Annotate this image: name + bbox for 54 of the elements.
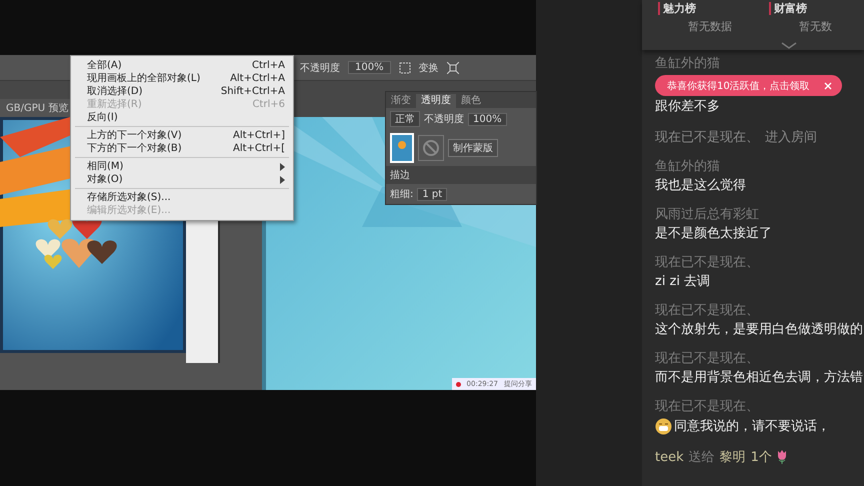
username: 鱼缸外的猫 (655, 56, 721, 72)
chevron-down-icon[interactable] (781, 42, 797, 49)
empty-text: 暂无数据 (687, 19, 733, 34)
chat-message: 是不是颜色太接近了 (655, 226, 772, 242)
username: 现在已不是现在、 (655, 351, 760, 367)
reward-toast[interactable]: 恭喜你获得10活跃值，点击领取 (655, 75, 842, 96)
menu-item[interactable]: 存储所选对象(S)... (71, 191, 293, 204)
menu-item[interactable]: 现用画板上的全部对象(L) Alt+Ctrl+A (71, 72, 293, 85)
menu-item[interactable]: 下方的下一个对象(B) Alt+Ctrl+[ (71, 142, 293, 155)
gift-verb: 送给 (688, 449, 715, 466)
username: 现在已不是现在、 (655, 303, 760, 319)
chat-message: 同意我说的，请不要说话， (674, 418, 830, 434)
thumbnail-icon (390, 133, 414, 163)
chat-message: 我也是这么觉得 (655, 178, 746, 194)
opacity-field[interactable]: 100% (468, 112, 507, 126)
make-mask-button[interactable]: 制作蒙版 (448, 139, 498, 157)
grin-emoji-icon (655, 418, 672, 435)
opacity-label: 不透明度 (424, 112, 464, 126)
ranking-title[interactable]: 魅力榜 (658, 2, 696, 15)
chat-message: zi zi 去调 (655, 274, 710, 290)
panel-tab[interactable]: 透明度 (416, 94, 456, 108)
username: 现在已不是现在、 (655, 255, 760, 271)
menu-item[interactable]: 全部(A) Ctrl+A (71, 59, 293, 72)
username: 现在已不是现在、 (655, 129, 759, 146)
ranking-title[interactable]: 财富榜 (769, 2, 807, 15)
opacity-field[interactable]: 100% (348, 61, 391, 74)
opacity-label: 不透明度 (300, 62, 340, 74)
gift-amount: 1个 (750, 449, 772, 466)
chat-message: 这个放射先，是要用白色做透明做的 (655, 322, 863, 338)
username: teek (655, 450, 684, 464)
enter-notice: 进入房间 (765, 129, 817, 146)
username: 现在已不是现在、 (655, 399, 760, 415)
menu-item[interactable]: 取消选择(D) Shift+Ctrl+A (71, 85, 293, 98)
chat-message: 跟你差不多 (655, 99, 720, 115)
transform-link[interactable]: 变换 (418, 60, 439, 74)
flower-icon (776, 450, 787, 464)
close-icon[interactable] (824, 82, 832, 90)
blend-mode-dropdown[interactable]: 正常 (390, 111, 420, 127)
menu-item[interactable]: 上方的下一个对象(V) Alt+Ctrl+] (71, 129, 293, 142)
gift-recipient: 黎明 (720, 449, 746, 466)
no-mask-icon (418, 135, 444, 161)
weight-label: 粗细: (390, 188, 414, 201)
empty-text: 暂无数 (798, 19, 833, 34)
panel-tab[interactable]: 颜色 (456, 94, 486, 108)
menu-item[interactable]: 对象(O) (71, 173, 293, 186)
stroke-panel-title: 描边 (386, 166, 536, 184)
weight-field[interactable]: 1 pt (417, 188, 448, 200)
username: 鱼缸外的猫 (655, 159, 721, 175)
bounding-box-icon[interactable] (446, 62, 459, 74)
menu-item[interactable]: 相同(M) (71, 160, 293, 173)
panel-tab[interactable]: 渐变 (386, 94, 416, 108)
align-grid-icon[interactable] (398, 62, 411, 74)
username: 风雨过后总有彩虹 (655, 207, 760, 223)
chat-message: 而不是用背景色相近色去调，方法错 (655, 370, 863, 386)
